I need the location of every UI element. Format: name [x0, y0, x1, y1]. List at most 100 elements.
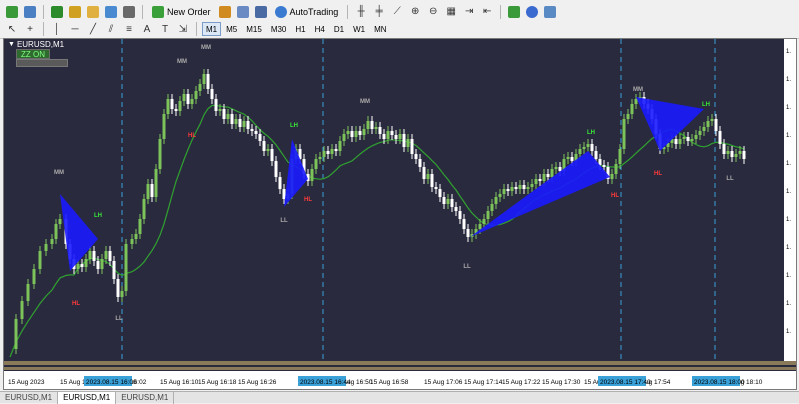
candle-body — [402, 134, 406, 147]
price-scale-label: 1. — [786, 189, 791, 195]
price-scale — [784, 39, 796, 361]
candle-body — [386, 131, 390, 139]
autoscroll-icon[interactable]: ⇥ — [461, 4, 477, 20]
zoom-out-icon[interactable]: ⊖ — [425, 4, 441, 20]
timeframe-m15[interactable]: M15 — [242, 22, 266, 36]
timeframe-w1[interactable]: W1 — [349, 22, 369, 36]
candle-body — [186, 94, 190, 104]
candle-body — [282, 189, 286, 199]
bar-chart-icon[interactable]: ╫ — [353, 4, 369, 20]
timeframe-d1[interactable]: D1 — [330, 22, 348, 36]
chart-label-hl: HL — [188, 133, 196, 139]
candle-body — [454, 207, 458, 211]
candle-body — [138, 219, 142, 234]
candle-body — [730, 151, 734, 157]
candle-body — [698, 131, 702, 135]
templates-icon[interactable] — [542, 4, 558, 20]
candle-body — [112, 261, 116, 279]
line-chart-icon[interactable]: ⟋ — [389, 4, 405, 20]
candle-body — [494, 197, 498, 204]
market-watch-icon[interactable] — [49, 4, 65, 20]
indicators-icon[interactable] — [506, 4, 522, 20]
data-window-icon[interactable] — [67, 4, 83, 20]
candle-body — [558, 167, 562, 171]
fibonacci-icon[interactable]: ≡ — [121, 21, 137, 37]
candle-body — [434, 187, 438, 189]
trendline-icon[interactable]: ╱ — [85, 21, 101, 37]
horizontal-line-icon[interactable]: ─ — [67, 21, 83, 37]
channel-icon[interactable]: ⫽ — [103, 21, 119, 37]
signals-icon[interactable] — [235, 4, 251, 20]
cursor-icon[interactable]: ↖ — [4, 21, 20, 37]
new-order-button[interactable]: New Order — [148, 4, 215, 20]
candle-body — [174, 109, 178, 111]
toolbar-separator — [142, 4, 143, 19]
candle-body — [710, 119, 714, 121]
text-tool-icon[interactable]: A — [139, 21, 155, 37]
candle-body — [350, 131, 354, 137]
candle-body — [578, 149, 582, 154]
chart-tab[interactable]: EURUSD,M1 — [116, 392, 175, 404]
zoom-in-icon[interactable]: ⊕ — [407, 4, 423, 20]
chart-canvas[interactable]: MM MM MM MM MM LH LH LH LH HL HL HL HL HL LL LL LL LL 15 A… — [4, 39, 797, 390]
chart-tab[interactable]: EURUSD,M1 — [58, 392, 117, 404]
candle-body — [342, 134, 346, 141]
candle-body — [262, 141, 266, 151]
chart-shift-icon[interactable]: ⇤ — [479, 4, 495, 20]
candle-body — [546, 174, 550, 177]
drawing-toolbar: ↖ + │ ─ ╱ ⫽ ≡ A T ⇲ M1 M5 M15 M30 H1 H4 D1 W1 MN — [0, 20, 799, 39]
candle-body — [462, 219, 466, 229]
toolbar-separator — [347, 4, 349, 19]
candle-body — [198, 84, 202, 91]
timeframe-m5[interactable]: M5 — [222, 22, 241, 36]
candlestick-icon[interactable]: ╪ — [371, 4, 387, 20]
candle-body — [206, 74, 210, 89]
toolbar-separator — [196, 22, 197, 36]
arrows-dropdown-icon[interactable]: ⇲ — [175, 21, 191, 37]
chart-label-hl: HL — [611, 193, 619, 199]
candle-body — [742, 151, 746, 159]
vertical-line-icon[interactable]: │ — [49, 21, 65, 37]
strategy-tester-icon[interactable] — [121, 4, 137, 20]
chart-bottom-gap — [4, 365, 796, 367]
chart-label-mm: MM — [177, 59, 187, 65]
chart-bottom-band — [4, 361, 796, 365]
price-scale-label: 1. — [786, 273, 791, 279]
timeframe-h4[interactable]: H4 — [311, 22, 329, 36]
candle-body — [378, 127, 382, 134]
candle-body — [610, 174, 614, 179]
timeframe-m1[interactable]: M1 — [202, 22, 222, 36]
new-chart-icon[interactable] — [4, 4, 20, 20]
metaeditor-icon[interactable] — [217, 4, 233, 20]
candle-body — [618, 149, 622, 164]
periods-icon[interactable] — [524, 4, 540, 20]
timeframe-mn[interactable]: MN — [370, 22, 390, 36]
candle-body — [718, 131, 722, 144]
autotrading-button[interactable]: AutoTrading — [271, 4, 343, 20]
time-axis-label: 15 Aug 17:14 — [464, 379, 503, 386]
candle-body — [326, 151, 330, 154]
candle-body — [214, 99, 218, 111]
candle-body — [318, 157, 322, 159]
timeframe-h1[interactable]: H1 — [291, 22, 309, 36]
market-icon[interactable] — [253, 4, 269, 20]
crosshair-icon[interactable]: + — [22, 21, 38, 37]
chart-bottom-band-2 — [4, 367, 796, 370]
candle-body — [538, 179, 542, 181]
candle-body — [382, 134, 386, 139]
tile-windows-icon[interactable]: ▦ — [443, 4, 459, 20]
timeframe-m30[interactable]: M30 — [267, 22, 291, 36]
zz-settings-button[interactable] — [16, 59, 68, 67]
candle-body — [322, 151, 326, 157]
chart-tab[interactable]: EURUSD,M1 — [0, 392, 59, 404]
label-tool-icon[interactable]: T — [157, 21, 173, 37]
navigator-icon[interactable] — [85, 4, 101, 20]
terminal-icon[interactable] — [103, 4, 119, 20]
profiles-icon[interactable] — [22, 4, 38, 20]
candle-body — [686, 137, 690, 141]
price-chart[interactable]: MM MM MM MM MM LH LH LH LH HL HL HL HL HL LL LL LL LL 15 A… — [3, 38, 797, 390]
zz-toggle-button[interactable]: ZZ ON — [16, 49, 50, 59]
candle-body — [522, 185, 526, 189]
chart-label-ll: LL — [726, 176, 734, 182]
candle-body — [154, 169, 158, 197]
